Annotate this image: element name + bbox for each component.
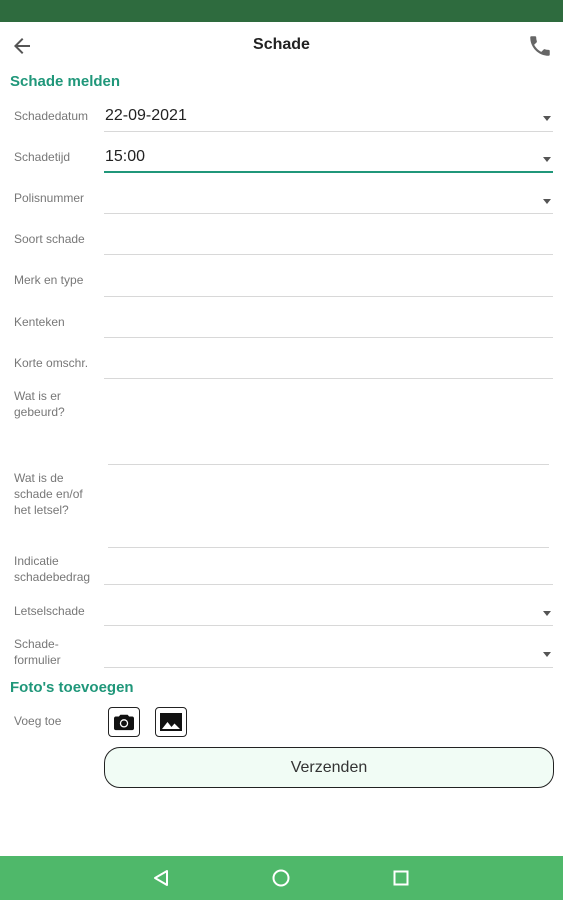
dropdown-arrow-icon[interactable] xyxy=(543,199,551,204)
circle-home-icon xyxy=(272,869,290,887)
field-label: Schade-formulier xyxy=(14,637,61,667)
status-bar xyxy=(0,0,563,22)
call-button[interactable] xyxy=(527,33,553,59)
field-label: Soort schade xyxy=(14,232,85,246)
app-bar: Schade xyxy=(0,22,563,68)
field-label: Schadetijd xyxy=(14,150,71,164)
schadetijd-value[interactable]: 15:00 xyxy=(105,148,145,166)
dropdown-arrow-icon[interactable] xyxy=(543,652,551,657)
field-underline xyxy=(104,254,553,255)
dropdown-arrow-icon[interactable] xyxy=(543,611,551,616)
add-photo-label: Voeg toe xyxy=(14,714,62,728)
section-title-fotos: Foto's toevoegen xyxy=(10,679,134,696)
camera-button[interactable] xyxy=(108,707,140,737)
submit-button[interactable]: Verzenden xyxy=(104,747,554,788)
field-label: Wat is er gebeurd? xyxy=(14,389,65,419)
phone-icon xyxy=(530,36,550,56)
field-underline xyxy=(104,667,553,668)
system-nav-bar xyxy=(0,856,563,900)
dropdown-arrow-icon[interactable] xyxy=(543,157,551,162)
field-label: Schadedatum xyxy=(14,109,89,123)
page-title: Schade xyxy=(253,36,310,53)
camera-icon xyxy=(114,714,134,731)
field-underline xyxy=(104,213,553,214)
nav-home-button[interactable] xyxy=(271,868,291,888)
schadedatum-value[interactable]: 22-09-2021 xyxy=(105,107,187,125)
field-label: Merk en type xyxy=(14,273,84,287)
field-label: Wat is de schade en/of het letsel? xyxy=(14,471,83,517)
image-icon xyxy=(160,713,182,731)
field-label: Polisnummer xyxy=(14,191,85,205)
triangle-back-icon xyxy=(154,870,168,886)
field-underline xyxy=(104,625,553,626)
section-title-schade-melden: Schade melden xyxy=(10,73,121,90)
field-underline xyxy=(104,337,553,338)
field-underline xyxy=(108,547,549,548)
field-underline xyxy=(104,378,553,379)
field-underline xyxy=(104,131,553,132)
gallery-button[interactable] xyxy=(155,707,187,737)
field-underline xyxy=(104,584,553,585)
field-label: Kenteken xyxy=(14,315,65,329)
field-label: Letselschade xyxy=(14,604,85,618)
field-label: Indicatie schadebedrag xyxy=(14,554,91,584)
field-underline-active xyxy=(104,171,553,173)
field-label: Korte omschr. xyxy=(14,356,89,370)
square-recents-icon xyxy=(393,870,409,886)
nav-back-button[interactable] xyxy=(151,868,171,888)
dropdown-arrow-icon[interactable] xyxy=(543,116,551,121)
nav-recents-button[interactable] xyxy=(391,868,411,888)
field-underline xyxy=(104,296,553,297)
field-underline xyxy=(108,464,549,465)
